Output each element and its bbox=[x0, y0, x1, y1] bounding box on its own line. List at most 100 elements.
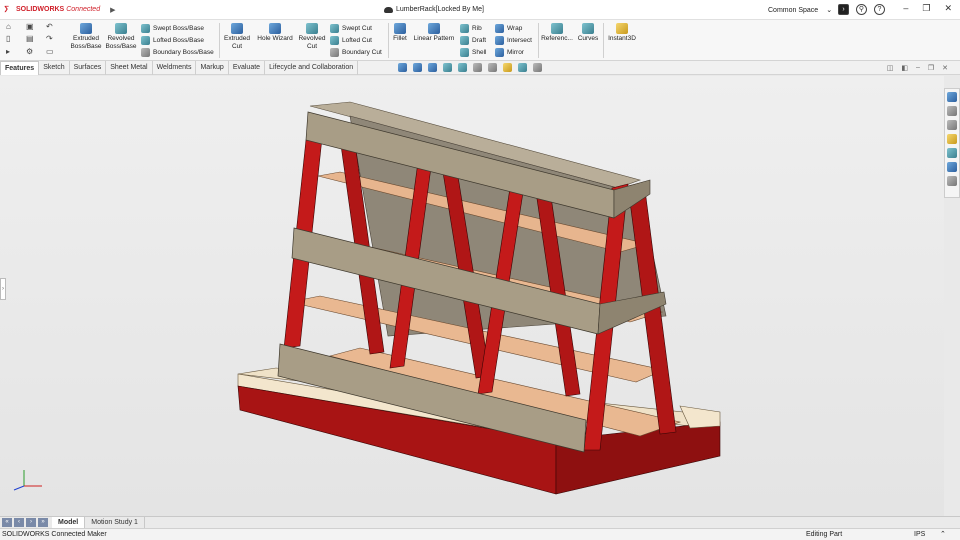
tile-icon[interactable]: ◫ bbox=[887, 64, 894, 72]
prev-tab-icon[interactable]: ‹ bbox=[14, 518, 24, 527]
options-gear-icon[interactable]: ⚙ bbox=[26, 47, 33, 56]
user-icon[interactable]: ⚲ bbox=[856, 4, 867, 15]
intersect-button[interactable]: Intersect bbox=[495, 34, 532, 46]
chevron-down-icon: ⌄ bbox=[826, 7, 833, 14]
zoom-area-icon[interactable] bbox=[413, 63, 422, 72]
command-prompt-icon[interactable]: › bbox=[838, 4, 849, 15]
resources-icon[interactable] bbox=[947, 92, 957, 102]
extruded-boss-button[interactable]: Extruded Boss/Base bbox=[70, 23, 102, 51]
reference-geometry-icon bbox=[551, 23, 563, 34]
boundary-cut-button[interactable]: Boundary Cut bbox=[330, 46, 382, 58]
revolved-boss-button[interactable]: Revolved Boss/Base bbox=[104, 23, 138, 51]
tab-sheet-metal[interactable]: Sheet Metal bbox=[106, 61, 153, 75]
units-selector[interactable]: IPS bbox=[914, 529, 925, 540]
tab-surfaces[interactable]: Surfaces bbox=[70, 61, 107, 75]
revolved-cut-button[interactable]: Revolved Cut bbox=[297, 23, 327, 51]
restore-button[interactable]: ❐ bbox=[922, 3, 930, 14]
tab-lifecycle[interactable]: Lifecycle and Collaboration bbox=[265, 61, 359, 75]
tab-model[interactable]: Model bbox=[52, 517, 86, 528]
close-doc-icon[interactable]: ✕ bbox=[942, 64, 948, 72]
help-icon[interactable]: ? bbox=[874, 4, 885, 15]
swept-cut-button[interactable]: Swept Cut bbox=[330, 22, 372, 34]
fillet-button[interactable]: Fillet bbox=[391, 23, 409, 43]
menu-expand-icon[interactable]: ▶ bbox=[110, 6, 115, 14]
close-button[interactable]: ✕ bbox=[944, 3, 952, 14]
restore-doc-icon[interactable]: ❐ bbox=[928, 64, 934, 72]
appearances-icon[interactable] bbox=[947, 148, 957, 158]
view-settings-icon[interactable] bbox=[533, 63, 542, 72]
tab-motion-study[interactable]: Motion Study 1 bbox=[85, 517, 145, 528]
command-manager-ribbon: ⌂ ▯ ▸ ▣ ▤ ⚙ ↶ ↷ ▭ Extruded Boss/Base Rev… bbox=[0, 20, 960, 61]
minimize-button[interactable]: – bbox=[903, 3, 908, 14]
rib-icon bbox=[460, 23, 469, 33]
title-bar: ⵢ SOLIDWORKS Connected ▶ LumberRack[Lock… bbox=[0, 0, 960, 20]
status-bar: SOLIDWORKS Connected Maker Editing Part … bbox=[0, 528, 960, 540]
boundary-boss-button[interactable]: Boundary Boss/Base bbox=[141, 46, 214, 58]
split-icon[interactable]: ◧ bbox=[901, 64, 908, 72]
redo-icon[interactable]: ↷ bbox=[46, 34, 53, 43]
design-library-icon[interactable] bbox=[947, 106, 957, 116]
tab-features[interactable]: Features bbox=[0, 61, 40, 75]
feature-manager-toggle[interactable]: › bbox=[0, 278, 6, 300]
new-document-icon[interactable]: ▯ bbox=[6, 34, 10, 43]
hole-wizard-button[interactable]: Hole Wizard bbox=[255, 23, 295, 43]
ribbon-divider bbox=[538, 23, 539, 58]
custom-properties-icon[interactable] bbox=[947, 162, 957, 172]
mirror-button[interactable]: Mirror bbox=[495, 46, 524, 58]
home-icon[interactable]: ⌂ bbox=[6, 22, 11, 31]
linear-pattern-icon bbox=[428, 23, 440, 34]
view-palette-icon[interactable] bbox=[947, 134, 957, 144]
document-title-text: LumberRack[Locked By Me] bbox=[396, 6, 484, 13]
section-view-icon[interactable] bbox=[443, 63, 452, 72]
tab-markup[interactable]: Markup bbox=[196, 61, 229, 75]
cloud-icon bbox=[384, 6, 393, 13]
minimize-doc-icon[interactable]: – bbox=[916, 64, 920, 72]
forum-icon[interactable] bbox=[947, 176, 957, 186]
heads-up-view-toolbar bbox=[398, 63, 542, 72]
lofted-cut-button[interactable]: Lofted Cut bbox=[330, 34, 372, 46]
graphics-area[interactable] bbox=[0, 76, 944, 516]
instant3d-button[interactable]: Instant3D bbox=[606, 23, 638, 43]
save-icon[interactable]: ▣ bbox=[26, 22, 34, 31]
reference-geometry-button[interactable]: Referenc... bbox=[541, 23, 573, 43]
last-tab-icon[interactable]: » bbox=[38, 518, 48, 527]
next-tab-icon[interactable]: › bbox=[26, 518, 36, 527]
undo-icon[interactable]: ↶ bbox=[46, 22, 53, 31]
tab-evaluate[interactable]: Evaluate bbox=[229, 61, 266, 75]
zoom-to-fit-icon[interactable] bbox=[398, 63, 407, 72]
open-icon[interactable]: ▸ bbox=[6, 47, 10, 56]
space-selector[interactable]: Common Space ⌄ bbox=[768, 6, 833, 15]
linear-pattern-button[interactable]: Linear Pattern bbox=[411, 23, 457, 43]
shell-button[interactable]: Shell bbox=[460, 46, 486, 58]
select-icon[interactable]: ▭ bbox=[46, 47, 54, 56]
extruded-boss-icon bbox=[80, 23, 92, 34]
ribbon-divider bbox=[603, 23, 604, 58]
ribbon-divider bbox=[388, 23, 389, 58]
tab-sketch[interactable]: Sketch bbox=[39, 61, 70, 75]
lofted-boss-icon bbox=[141, 35, 150, 45]
extruded-cut-icon bbox=[231, 23, 243, 34]
tab-weldments[interactable]: Weldments bbox=[153, 61, 197, 75]
file-explorer-icon[interactable] bbox=[947, 120, 957, 130]
print-icon[interactable]: ▤ bbox=[26, 34, 34, 43]
wrap-button[interactable]: Wrap bbox=[495, 22, 522, 34]
rib-button[interactable]: Rib bbox=[460, 22, 482, 34]
units-dropdown-icon[interactable]: ⌃ bbox=[940, 529, 946, 540]
bottom-tab-bar: « ‹ › » Model Motion Study 1 bbox=[0, 516, 960, 528]
extruded-cut-button[interactable]: Extruded Cut bbox=[222, 23, 252, 51]
curves-button[interactable]: Curves bbox=[576, 23, 600, 43]
appearance-icon[interactable] bbox=[503, 63, 512, 72]
hole-wizard-icon bbox=[269, 23, 281, 34]
fillet-icon bbox=[394, 23, 406, 34]
scene-icon[interactable] bbox=[518, 63, 527, 72]
first-tab-icon[interactable]: « bbox=[2, 518, 12, 527]
previous-view-icon[interactable] bbox=[428, 63, 437, 72]
swept-boss-button[interactable]: Swept Boss/Base bbox=[141, 22, 204, 34]
brand-suffix: Connected bbox=[66, 6, 101, 13]
display-style-icon[interactable] bbox=[473, 63, 482, 72]
hide-show-icon[interactable] bbox=[488, 63, 497, 72]
draft-button[interactable]: Draft bbox=[460, 34, 486, 46]
lofted-boss-button[interactable]: Lofted Boss/Base bbox=[141, 34, 204, 46]
view-orientation-icon[interactable] bbox=[458, 63, 467, 72]
solidworks-logo-icon: ⵢ bbox=[4, 4, 10, 14]
